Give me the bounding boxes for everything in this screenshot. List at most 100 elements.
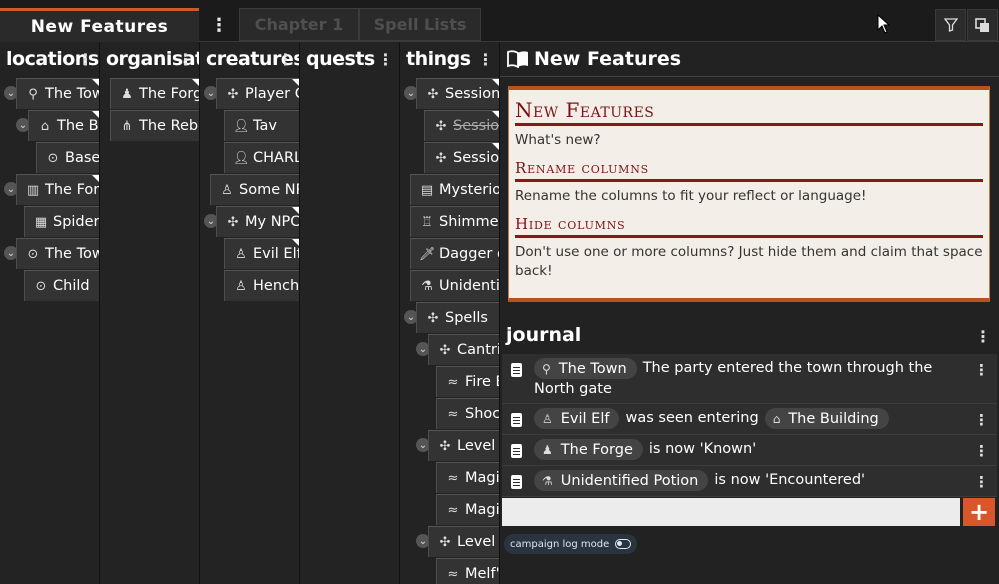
feature-card: New Features What's new? Rename columns … — [508, 86, 990, 302]
column-menu-icon[interactable]: ⋮ — [378, 50, 394, 69]
entity-chip[interactable]: ⚲ The Town — [534, 358, 637, 379]
document-icon — [511, 413, 522, 427]
column-locations: locations⋮ ⌄ ⚲The Town ⌄ ⌂The Building ⊙… — [0, 42, 100, 584]
column-menu-icon[interactable]: ⋮ — [478, 50, 494, 69]
filter-icon — [943, 18, 958, 32]
list-item[interactable]: ✣ Cantrips — [428, 334, 499, 365]
list-item[interactable]: 👤︎CHARLIE — [224, 142, 299, 173]
entity-chip[interactable]: ⚗ Unidentified Potion — [534, 470, 709, 491]
list-item[interactable]: ⊙ Basement — [36, 142, 99, 173]
puzzle-icon: ✣ — [427, 310, 439, 326]
tab-chapter-1[interactable]: Chapter 1 — [239, 8, 359, 41]
column-title[interactable]: quests — [306, 48, 375, 70]
card-intro: What's new? — [515, 132, 601, 148]
list-item[interactable]: ✣ Spells — [416, 302, 499, 333]
puzzle-icon: ✣ — [427, 86, 439, 102]
list-item[interactable]: ⊙ Child — [24, 270, 99, 301]
section-text: Don't use one or more columns? Just hide… — [515, 244, 983, 279]
entry-menu-icon[interactable]: ⋮ — [974, 472, 989, 492]
tab-menu-icon[interactable]: ⋮ — [205, 10, 233, 40]
filter-button[interactable] — [935, 9, 966, 41]
column-header: locations ⋮ — [0, 42, 99, 76]
entry-text: was seen entering — [625, 410, 759, 426]
list-item[interactable]: ▤ Mysterious Note — [410, 174, 499, 205]
journal-entry[interactable]: ♙ Evil Elf was seen entering ⌂ The Buildin… — [502, 404, 997, 435]
entity-chip[interactable]: ♟ The Forge — [534, 439, 643, 460]
journal-menu-icon[interactable]: ⋮ — [975, 327, 991, 346]
list-item[interactable]: ⌂ The Building — [28, 110, 99, 141]
column-header: things ⋮ — [400, 42, 499, 76]
puzzle-icon: ✣ — [227, 214, 239, 230]
card-title: New Features — [515, 98, 655, 122]
list-item[interactable]: 👤︎ Tav — [224, 110, 299, 141]
list-item[interactable]: ✣ Session Notes — [416, 78, 499, 109]
list-item[interactable]: ✣ Level 2 — [428, 526, 499, 557]
flask-icon: ⚗ — [421, 278, 433, 294]
person-outline-icon: ♙ — [221, 182, 233, 198]
item-label: Child — [53, 278, 90, 294]
list-item[interactable]: 🗡︎Dagger of Venom — [410, 238, 499, 269]
spell-hand-icon: ≈ — [447, 566, 459, 582]
list-item[interactable]: ⋔ The Rebels — [110, 110, 199, 141]
list-item[interactable]: ▦ Spider Lair — [24, 206, 100, 237]
person-outline-icon: ♙ — [542, 411, 553, 426]
entry-menu-icon[interactable]: ⋮ — [974, 360, 989, 380]
list-item[interactable]: ⚲ The Town — [16, 78, 99, 109]
list-item[interactable]: ✣ Level 1 — [428, 430, 499, 461]
list-item[interactable]: ⚗ Unidentified Potion — [410, 270, 500, 301]
item-label: Shimmering Cloak — [439, 214, 499, 230]
list-item[interactable]: ≈ Fire Bolt — [436, 366, 499, 397]
list-item[interactable]: ♙ Some NPC — [210, 174, 299, 205]
list-item[interactable]: ≈ Magic Missile — [436, 494, 499, 525]
list-item[interactable]: ♙ Henchman — [224, 270, 299, 301]
entity-chip[interactable]: ⌂ The Building — [764, 408, 889, 429]
divider — [515, 123, 983, 126]
list-item[interactable]: ≈ Melf's Acid Arrow — [436, 558, 499, 584]
journal-input[interactable] — [502, 498, 960, 526]
list-item[interactable]: ≈ Magic Missile — [436, 462, 500, 493]
journal-title: journal — [506, 324, 582, 346]
flask-icon: ⚗ — [542, 473, 553, 488]
item-label: Spider Lair — [53, 214, 100, 230]
item-label: Tav — [253, 118, 277, 134]
windows-button[interactable] — [967, 9, 998, 41]
list-item[interactable]: ✣ My NPC — [216, 206, 299, 237]
journal-entry[interactable]: ⚲ The Town The party entered the town thro… — [502, 354, 997, 404]
toggle-label: campaign log mode — [510, 538, 610, 550]
column-menu-icon[interactable]: ⋮ — [78, 50, 94, 69]
tab-new-features[interactable]: New Features — [0, 8, 199, 42]
add-entry-button[interactable]: + — [963, 498, 995, 526]
column-title[interactable]: things — [406, 48, 471, 70]
item-label: Some NPC — [239, 182, 299, 198]
entry-menu-icon[interactable]: ⋮ — [974, 441, 989, 461]
journal-entry[interactable]: ♟ The Forge is now 'Known' ⋮ — [502, 435, 997, 466]
spell-hand-icon: ≈ — [447, 470, 459, 486]
list-item[interactable]: ✣ Session 2 — [424, 142, 499, 173]
list-item[interactable]: ▥ The Forest — [16, 174, 99, 205]
list-item[interactable]: ⊙ The Town — [16, 238, 99, 269]
item-label: Fire Bolt — [465, 374, 499, 390]
map-pin-icon: ⚲ — [28, 86, 38, 102]
person-icon: 👤︎ — [233, 150, 250, 166]
item-label: Unidentified Potion — [439, 278, 500, 294]
column-menu-icon[interactable]: ⋮ — [278, 50, 294, 69]
list-item[interactable]: ♙ Evil Elf — [224, 238, 299, 269]
group-icon: ♟ — [121, 86, 133, 102]
list-item[interactable]: ✣ Player Characters — [216, 78, 299, 109]
item-label: The Town — [45, 246, 99, 262]
house-icon: ⌂ — [772, 411, 781, 426]
item-label: Magic Missile — [465, 470, 500, 486]
chip-label: The Building — [788, 410, 879, 427]
journal-entry[interactable]: ⚗ Unidentified Potion is now 'Encountered… — [502, 466, 997, 497]
list-item[interactable]: ≈ Shocking Grasp — [436, 398, 499, 429]
list-item[interactable]: ♖ Shimmering Cloak — [410, 206, 499, 237]
column-menu-icon[interactable]: ⋮ — [178, 50, 194, 69]
column-organisations: organisations⋮ ♟ The Forge ⋔ The Rebels — [100, 42, 200, 584]
entity-chip[interactable]: ♙ Evil Elf — [534, 408, 620, 429]
list-item[interactable]: ♟ The Forge — [110, 78, 199, 109]
campaign-log-toggle[interactable]: campaign log mode — [504, 534, 638, 554]
entry-menu-icon[interactable]: ⋮ — [974, 410, 989, 430]
tab-spell-lists[interactable]: Spell Lists — [359, 8, 481, 41]
list-item[interactable]: ✣ Session 1 — [424, 110, 499, 141]
puzzle-icon: ✣ — [435, 150, 447, 166]
